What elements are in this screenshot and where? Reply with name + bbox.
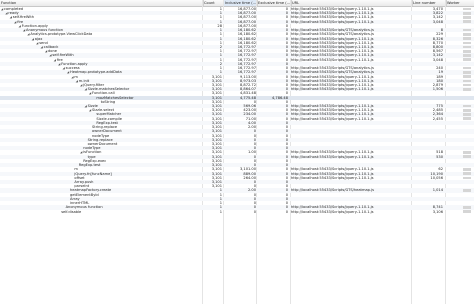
worker-indicator xyxy=(463,117,471,121)
worker-indicator xyxy=(463,87,471,91)
worker-indicator xyxy=(463,12,471,15)
profiler-call-tree-view: Function Count Inclusive time (... ▼ Exc… xyxy=(0,0,474,304)
column-header-line-label: Line number xyxy=(413,1,436,5)
worker-indicator xyxy=(463,210,471,213)
column-header-url[interactable]: URL xyxy=(291,0,413,6)
worker-indicator xyxy=(463,28,471,32)
worker-indicator xyxy=(463,54,471,57)
column-header-inclusive-time[interactable]: Inclusive time (... ▼ xyxy=(224,0,258,6)
url-link[interactable]: http://localhost:55433/Scripts/jquery-1.… xyxy=(291,210,411,214)
function-name: self.disable xyxy=(61,209,82,214)
column-header-bar: Function Count Inclusive time (... ▼ Exc… xyxy=(0,0,474,7)
worker-indicator xyxy=(463,75,471,78)
worker-indicator xyxy=(463,20,471,24)
call-tree-rows: ◢completed 1 16,877.00 0 http://localhost:55… xyxy=(0,7,474,304)
column-header-exclusive-time[interactable]: Exclusive time (... xyxy=(257,0,292,6)
count-cell: 1 xyxy=(219,209,222,214)
column-header-inclusive-label: Inclusive time (... xyxy=(225,1,257,5)
column-header-function[interactable]: Function xyxy=(0,0,204,6)
column-header-worker[interactable]: Worker xyxy=(446,0,474,6)
worker-cell xyxy=(446,210,473,214)
worker-indicator xyxy=(463,176,471,180)
column-header-line-number[interactable]: Line number xyxy=(412,0,447,6)
worker-indicator xyxy=(463,104,471,108)
line-number-cell: 3,106 xyxy=(432,209,443,214)
column-header-worker-label: Worker xyxy=(447,1,460,5)
worker-indicator xyxy=(463,83,471,87)
worker-indicator xyxy=(463,189,471,192)
worker-indicator xyxy=(463,172,471,175)
worker-indicator xyxy=(463,58,471,62)
worker-indicator xyxy=(463,49,471,53)
worker-indicator xyxy=(463,16,471,19)
worker-indicator xyxy=(463,45,471,49)
worker-indicator xyxy=(463,66,471,70)
worker-indicator xyxy=(463,151,471,154)
column-header-url-label: URL xyxy=(292,1,300,5)
worker-indicator xyxy=(463,79,471,83)
worker-indicator xyxy=(463,155,471,159)
worker-indicator xyxy=(463,71,471,74)
exclusive-time-cell: 0 xyxy=(285,209,288,214)
worker-indicator xyxy=(463,109,471,112)
worker-indicator xyxy=(463,168,471,171)
inclusive-time-cell: 0 xyxy=(253,209,256,214)
worker-indicator xyxy=(463,33,471,36)
column-header-function-label: Function xyxy=(1,1,17,5)
column-header-count[interactable]: Count xyxy=(203,0,225,6)
column-header-exclusive-label: Exclusive time (... xyxy=(258,1,291,5)
table-row[interactable]: self.disable 1 0 0 http://localhost:55433/Sc… xyxy=(0,210,474,214)
worker-indicator xyxy=(463,37,471,40)
worker-indicator xyxy=(463,41,471,45)
column-header-count-label: Count xyxy=(204,1,215,5)
worker-indicator xyxy=(463,113,471,116)
worker-indicator xyxy=(463,7,471,11)
worker-indicator xyxy=(463,206,471,209)
